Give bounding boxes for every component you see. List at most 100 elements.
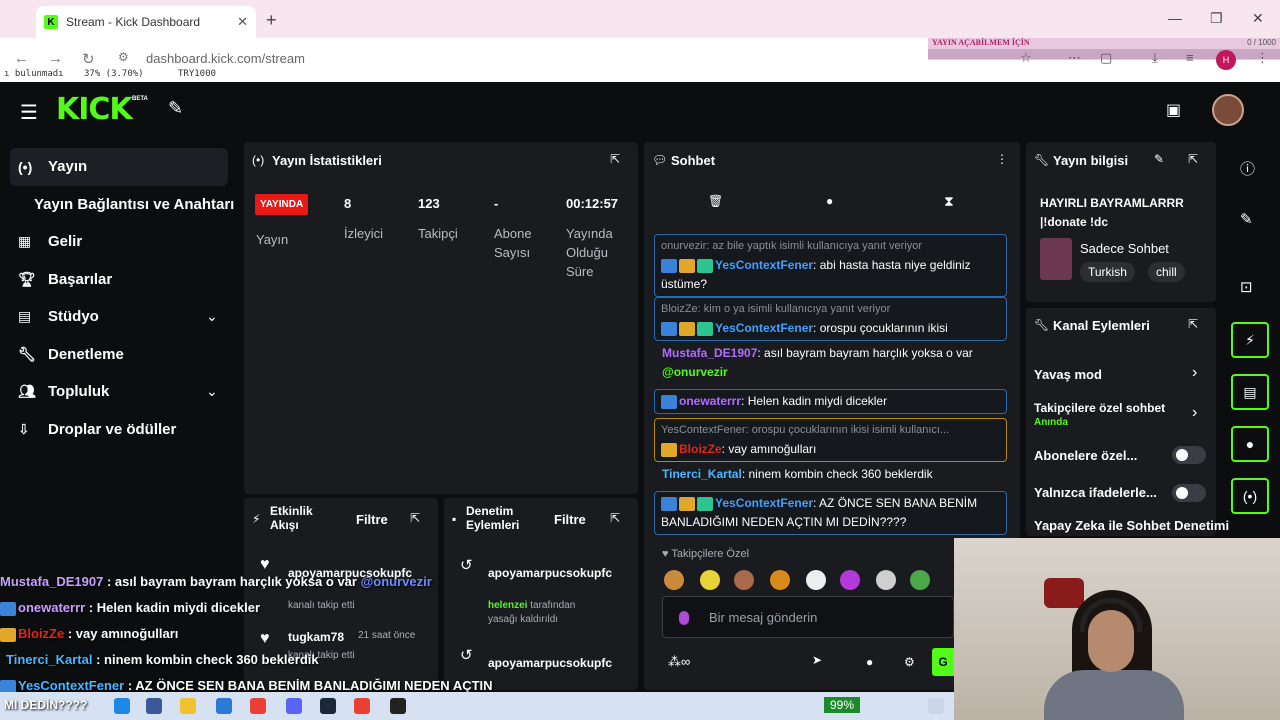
chat-username[interactable]: Mustafa_DE1907 [662,346,757,360]
minimize-button[interactable]: — [1168,10,1182,26]
sidebar-item-basarilar[interactable]: 🏆︎ Başarılar [18,271,112,288]
sidebar-item-stream-key[interactable]: Yayın Bağlantısı ve Anahtarı [34,196,234,213]
close-tab-icon[interactable]: ✕ [237,14,248,30]
menu-icon[interactable]: ☰ [20,100,38,125]
folder-icon[interactable] [180,698,196,714]
close-window-button[interactable]: ✕ [1252,10,1264,27]
popout-icon[interactable]: ⇱ [1188,317,1198,331]
lightning-button[interactable]: ⚡︎ [1231,322,1269,358]
emote-icon[interactable] [734,570,754,590]
broadcast-button[interactable]: (•) [1231,478,1269,514]
chevron-down-icon[interactable]: ⌄ [206,383,218,400]
back-button[interactable]: ← [14,50,29,67]
hourglass-icon[interactable]: ⧗ [944,193,954,210]
reload-button[interactable]: ↻ [82,50,95,68]
maximize-button[interactable]: ❐ [1210,10,1223,27]
chevron-right-icon[interactable]: › [1192,404,1197,422]
download-icon[interactable]: ⤓ [1152,50,1158,66]
sidebar-item-gelir[interactable]: ▦ Gelir [18,233,82,250]
stream-tools-icon[interactable]: ▣ [1166,100,1181,120]
followers-only-item[interactable]: Takipçilere özel sohbet [1034,401,1165,415]
popout-icon[interactable]: ⇱ [410,511,420,525]
chat-message[interactable]: YesContextFener: orospu çocuklarının iki… [654,418,1007,462]
info-icon[interactable]: ⓘ [1240,158,1255,179]
chevron-down-icon[interactable]: ⌄ [206,308,218,325]
tag-chip[interactable]: Turkish [1080,262,1135,282]
emote-icon[interactable] [876,570,896,590]
chat-username[interactable]: Tinerci_Kartal [662,467,742,481]
moderation-user[interactable]: apoyamarpucsokupfc [488,656,612,670]
moderation-filter-button[interactable]: Filtre [554,512,586,527]
moderation-user[interactable]: apoyamarpucsokupfc [488,566,612,580]
chat-username[interactable]: YesContextFener [715,496,813,510]
subs-only-toggle[interactable] [1172,446,1206,464]
sidebar-item-yayin[interactable]: (•) Yayın [18,158,87,175]
puzzle-icon[interactable]: ▢ [1100,50,1112,66]
notification-icon[interactable] [928,698,944,714]
category-name[interactable]: Sadece Sohbet [1080,241,1169,256]
chat-bubble-icon[interactable]: ● [866,655,873,669]
obs-icon[interactable] [390,698,406,714]
new-tab-button[interactable]: + [266,10,277,31]
sidebar-item-droplar[interactable]: ⇩ Droplar ve ödüller [18,421,176,438]
chevron-right-icon[interactable]: › [1192,364,1197,382]
chat-username[interactable]: YesContextFener [715,258,813,272]
activity-user[interactable]: tugkam78 [288,630,344,644]
ai-mod-item[interactable]: Yapay Zeka ile Sohbet Denetimi [1034,518,1229,534]
popout-icon[interactable]: ⇱ [610,152,620,166]
gear-icon[interactable]: ⚙ [904,655,915,669]
bookmark-item[interactable]: TRY1000 [178,69,216,79]
bookmark-item[interactable]: 37% (3.70%) [84,69,144,79]
moderation-actor[interactable]: helenzei [488,600,527,611]
kick-logo[interactable]: KICK [56,92,133,127]
browser-tab[interactable]: K Stream - Kick Dashboard ✕ [36,6,256,38]
chat-mention[interactable]: @onurvezir [662,365,728,379]
site-info-icon[interactable]: ⚙ [118,50,129,64]
bookmark-star-icon[interactable]: ☆ [1020,50,1032,66]
chat-message[interactable]: onurvezir: az bile yaptık isimli kullanı… [654,234,1007,297]
emote-icon[interactable] [664,570,684,590]
discord-icon[interactable] [286,698,302,714]
activity-filter-button[interactable]: Filtre [356,512,388,527]
mail-icon[interactable] [216,698,232,714]
steam-icon[interactable] [320,698,336,714]
chat-button[interactable]: ● [1231,426,1269,462]
screenshot-icon[interactable]: ⊡ [1240,278,1253,296]
media-icon[interactable]: ≡ [1186,50,1194,65]
chat-message[interactable]: YesContextFener: AZ ÖNCE SEN BANA BENİM … [654,491,1007,535]
edge-icon[interactable] [114,698,130,714]
more-icon[interactable]: ⋮ [996,152,1008,166]
chrome-icon[interactable] [250,698,266,714]
chat-message[interactable]: BloizZe: kim o ya isimli kullanıcıya yan… [654,297,1007,341]
emote-icon[interactable] [910,570,930,590]
browser-menu-icon[interactable]: ⋮ [1256,50,1269,66]
chat-bubble-icon[interactable]: ● [826,194,833,208]
chat-username[interactable]: BloizZe [679,442,722,456]
points-icon[interactable]: ⁂∞ [668,654,690,670]
chat-message[interactable]: onewaterrr: Helen kadin miydi dicekler [654,389,1007,414]
sidebar-item-topluluk[interactable]: 👥︎ Topluluk [18,383,109,400]
chat-username[interactable]: onewaterrr [679,394,741,408]
emote-icon[interactable] [700,570,720,590]
slow-mode-item[interactable]: Yavaş mod [1034,367,1102,382]
user-avatar[interactable] [1212,94,1244,126]
mic-icon[interactable] [679,611,689,625]
forward-button[interactable]: → [48,50,63,67]
chat-input[interactable]: Bir mesaj gönderin [662,596,954,638]
tag-chip[interactable]: chill [1148,262,1185,282]
emote-icon[interactable] [806,570,826,590]
emote-icon[interactable] [770,570,790,590]
category-thumbnail[interactable] [1040,238,1072,280]
popout-icon[interactable]: ⇱ [1188,152,1198,166]
emotes-only-toggle[interactable] [1172,484,1206,502]
send-button[interactable]: G [932,648,954,676]
pin-icon[interactable]: ✎ [168,98,183,119]
bookmark-item[interactable]: ı bulunmadı [4,69,64,79]
popout-icon[interactable]: ⇱ [610,511,620,525]
profile-avatar[interactable]: H [1216,50,1236,70]
sidebar-item-denetleme[interactable]: 🔧︎ Denetleme [18,346,124,363]
chat-username[interactable]: YesContextFener [715,321,813,335]
app-icon[interactable] [146,698,162,714]
trash-icon[interactable]: 🗑︎ [708,194,723,208]
notes-button[interactable]: ▤ [1231,374,1269,410]
